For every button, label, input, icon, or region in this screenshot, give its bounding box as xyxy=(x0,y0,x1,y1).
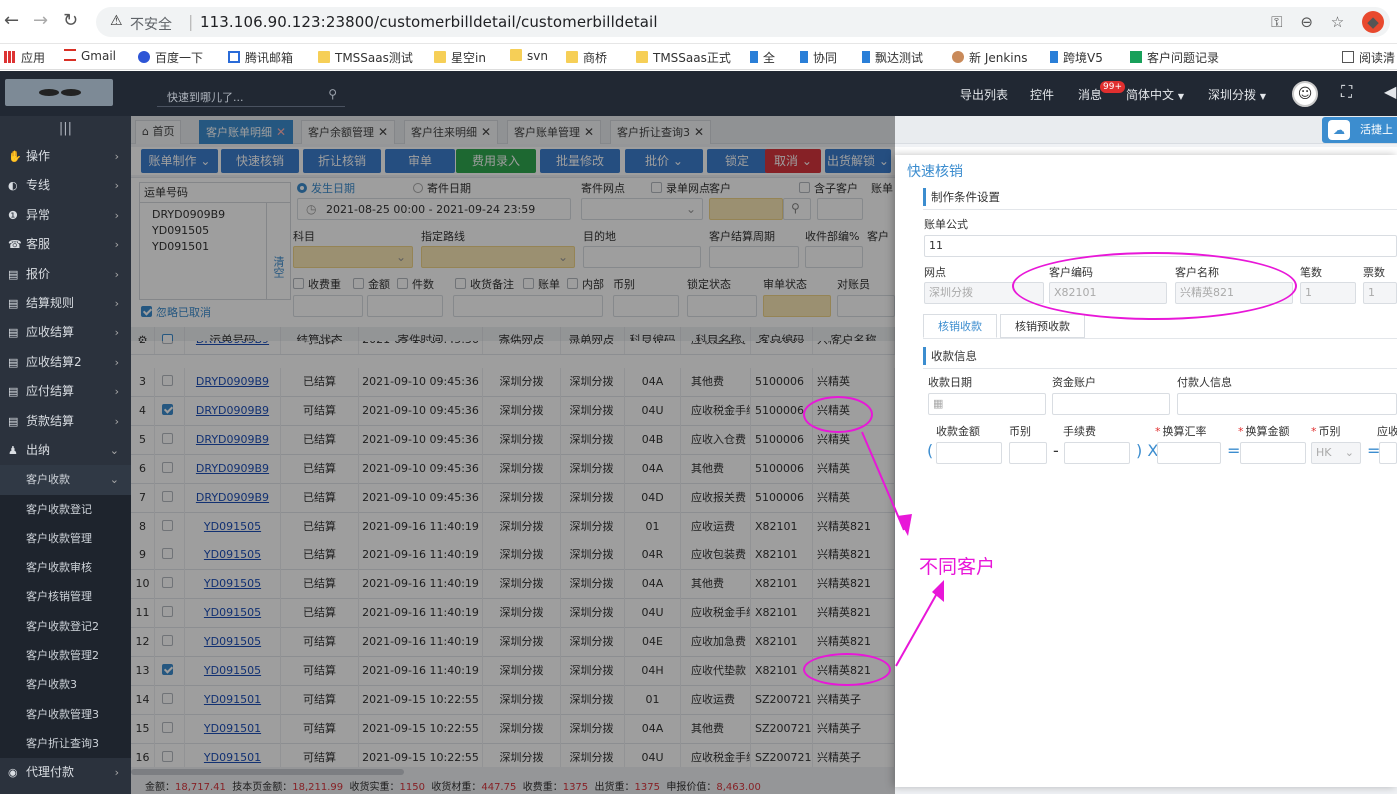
annotation-label: 不同客户 xyxy=(919,556,996,578)
annotation-arrows xyxy=(861,431,944,667)
